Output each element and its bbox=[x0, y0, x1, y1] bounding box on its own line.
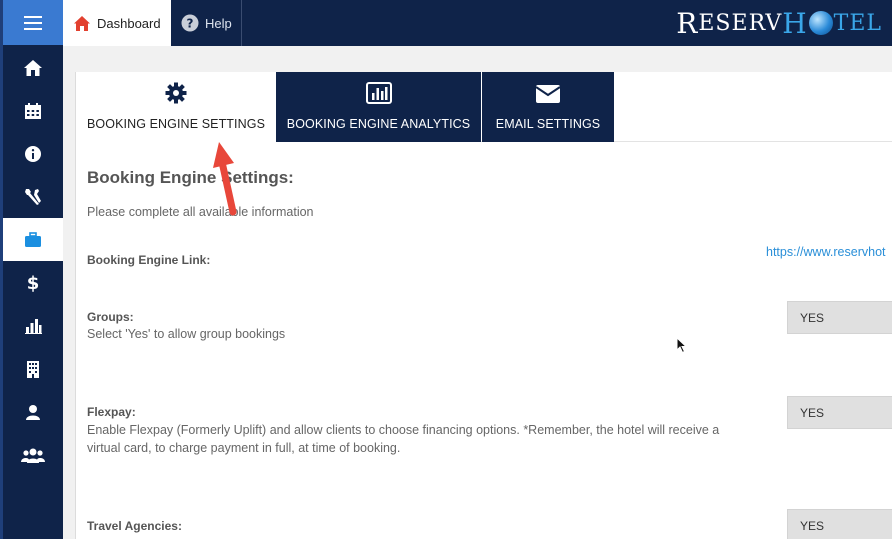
home-icon bbox=[73, 15, 91, 32]
mouse-cursor-icon bbox=[676, 337, 688, 354]
briefcase-icon bbox=[25, 231, 41, 247]
info-icon bbox=[25, 145, 41, 162]
sidebar-item-home[interactable] bbox=[3, 46, 63, 89]
sidebar-item-booking-engine[interactable] bbox=[3, 218, 63, 261]
annotation-arrow bbox=[213, 142, 237, 216]
sidebar-item-info[interactable] bbox=[3, 132, 63, 175]
tab-booking-engine-analytics-label: BOOKING ENGINE ANALYTICS bbox=[286, 117, 471, 131]
page-title: Booking Engine Settings: bbox=[87, 168, 294, 187]
tools-icon bbox=[25, 188, 41, 205]
top-bar: Dashboard ? Help R ESERV H TEL bbox=[63, 0, 892, 46]
tab-email-settings-label: EMAIL SETTINGS bbox=[495, 117, 601, 131]
envelope-icon bbox=[535, 84, 561, 104]
groups-description: Select 'Yes' to allow group bookings bbox=[87, 327, 286, 341]
flexpay-label: Flexpay: bbox=[87, 405, 136, 419]
flexpay-description: Enable Flexpay (Formerly Uplift) and all… bbox=[87, 423, 720, 455]
tab-booking-engine-settings-label: BOOKING ENGINE SETTINGS bbox=[86, 117, 266, 131]
building-icon bbox=[27, 360, 39, 378]
tab-help[interactable]: ? Help bbox=[171, 0, 242, 46]
tab-dashboard-label: Dashboard bbox=[97, 15, 161, 31]
svg-text:?: ? bbox=[187, 17, 194, 31]
tab-dashboard[interactable]: Dashboard bbox=[63, 0, 171, 46]
groups-select[interactable]: YES bbox=[787, 301, 892, 334]
travel-agencies-select[interactable]: YES bbox=[787, 509, 892, 539]
sidebar-item-tools[interactable] bbox=[3, 175, 63, 218]
sidebar-item-calendar[interactable] bbox=[3, 89, 63, 132]
dollar-icon: $ bbox=[27, 273, 40, 293]
reservhotel-logo: R ESERV H TEL bbox=[676, 6, 882, 40]
sidebar-item-properties[interactable] bbox=[3, 347, 63, 390]
sidebar-item-users[interactable] bbox=[3, 433, 63, 476]
hamburger-menu-icon[interactable] bbox=[3, 0, 63, 45]
tab-booking-engine-analytics[interactable]: BOOKING ENGINE ANALYTICS bbox=[276, 72, 481, 142]
travel-agencies-label: Travel Agencies: bbox=[87, 519, 182, 533]
sidebar-item-profile[interactable] bbox=[3, 390, 63, 433]
gear-icon bbox=[165, 82, 187, 104]
calendar-icon bbox=[25, 102, 41, 119]
analytics-icon bbox=[365, 82, 392, 104]
groups-label: Groups: bbox=[87, 310, 134, 324]
users-icon bbox=[21, 448, 45, 463]
svg-text:$: $ bbox=[27, 273, 40, 293]
booking-engine-link[interactable]: https://www.reservhot bbox=[766, 245, 886, 259]
settings-tabs: BOOKING ENGINE SETTINGS BOOKING ENGINE A… bbox=[76, 72, 892, 142]
tab-email-settings[interactable]: EMAIL SETTINGS bbox=[482, 72, 614, 142]
globe-icon bbox=[808, 11, 833, 35]
sidebar-item-billing[interactable]: $ bbox=[3, 261, 63, 304]
home-icon bbox=[24, 59, 42, 76]
booking-engine-link-label: Booking Engine Link: bbox=[87, 253, 211, 267]
tab-help-label: Help bbox=[205, 15, 232, 31]
settings-panel: BOOKING ENGINE SETTINGS BOOKING ENGINE A… bbox=[75, 72, 892, 539]
question-icon: ? bbox=[181, 14, 199, 32]
sidebar-item-reports[interactable] bbox=[3, 304, 63, 347]
user-icon bbox=[26, 404, 40, 420]
flexpay-select[interactable]: YES bbox=[787, 396, 892, 429]
sidebar: $ bbox=[0, 0, 63, 539]
bar-chart-icon bbox=[25, 318, 42, 334]
tab-booking-engine-settings[interactable]: BOOKING ENGINE SETTINGS bbox=[76, 72, 276, 142]
